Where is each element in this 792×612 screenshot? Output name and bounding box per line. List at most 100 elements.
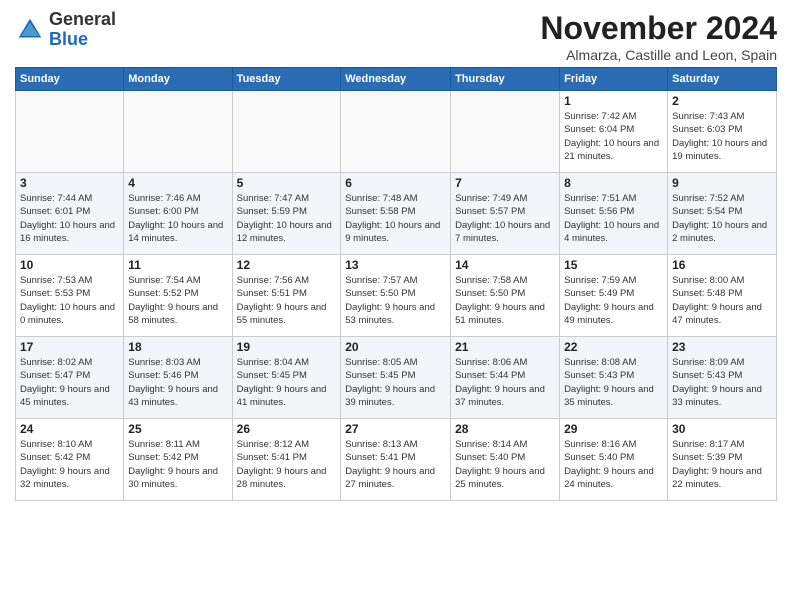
day-number: 21 — [455, 340, 555, 354]
day-info: Sunrise: 8:11 AM Sunset: 5:42 PM Dayligh… — [128, 438, 227, 491]
calendar-cell: 14 Sunrise: 7:58 AM Sunset: 5:50 PM Dayli… — [451, 255, 560, 337]
calendar-cell: 29 Sunrise: 8:16 AM Sunset: 5:40 PM Dayli… — [560, 419, 668, 501]
day-number: 13 — [345, 258, 446, 272]
header-saturday: Saturday — [668, 68, 777, 91]
day-info: Sunrise: 8:08 AM Sunset: 5:43 PM Dayligh… — [564, 356, 663, 409]
day-info: Sunrise: 8:04 AM Sunset: 5:45 PM Dayligh… — [237, 356, 337, 409]
logo-blue: Blue — [49, 29, 88, 49]
day-info: Sunrise: 8:14 AM Sunset: 5:40 PM Dayligh… — [455, 438, 555, 491]
header-tuesday: Tuesday — [232, 68, 341, 91]
calendar-week-3: 10Sunrise: 7:53 AM Sunset: 5:53 PM Dayli… — [16, 255, 777, 337]
day-info: Sunrise: 7:59 AM Sunset: 5:49 PM Dayligh… — [564, 274, 663, 327]
day-number: 19 — [237, 340, 337, 354]
calendar-cell: 17Sunrise: 8:02 AM Sunset: 5:47 PM Dayli… — [16, 337, 124, 419]
calendar-cell: 20Sunrise: 8:05 AM Sunset: 5:45 PM Dayli… — [341, 337, 451, 419]
day-number: 8 — [564, 176, 663, 190]
day-number: 9 — [672, 176, 772, 190]
day-number: 2 — [672, 94, 772, 108]
day-number: 18 — [128, 340, 227, 354]
header-friday: Friday — [560, 68, 668, 91]
logo-text: General Blue — [49, 10, 116, 50]
logo: General Blue — [15, 10, 116, 50]
day-info: Sunrise: 7:51 AM Sunset: 5:56 PM Dayligh… — [564, 192, 663, 245]
calendar-cell — [16, 91, 124, 173]
day-number: 10 — [20, 258, 119, 272]
day-info: Sunrise: 7:57 AM Sunset: 5:50 PM Dayligh… — [345, 274, 446, 327]
header-sunday: Sunday — [16, 68, 124, 91]
day-info: Sunrise: 8:10 AM Sunset: 5:42 PM Dayligh… — [20, 438, 119, 491]
calendar-week-4: 17Sunrise: 8:02 AM Sunset: 5:47 PM Dayli… — [16, 337, 777, 419]
day-number: 17 — [20, 340, 119, 354]
calendar-cell: 28 Sunrise: 8:14 AM Sunset: 5:40 PM Dayli… — [451, 419, 560, 501]
day-info: Sunrise: 7:43 AM Sunset: 6:03 PM Dayligh… — [672, 110, 772, 163]
day-info: Sunrise: 7:49 AM Sunset: 5:57 PM Dayligh… — [455, 192, 555, 245]
calendar-cell: 30 Sunrise: 8:17 AM Sunset: 5:39 PM Dayli… — [668, 419, 777, 501]
day-info: Sunrise: 8:06 AM Sunset: 5:44 PM Dayligh… — [455, 356, 555, 409]
location-subtitle: Almarza, Castille and Leon, Spain — [540, 47, 777, 63]
calendar-cell: 15 Sunrise: 7:59 AM Sunset: 5:49 PM Dayli… — [560, 255, 668, 337]
calendar-cell: 12 Sunrise: 7:56 AM Sunset: 5:51 PM Dayli… — [232, 255, 341, 337]
calendar-cell: 27 Sunrise: 8:13 AM Sunset: 5:41 PM Dayli… — [341, 419, 451, 501]
calendar-table: Sunday Monday Tuesday Wednesday Thursday… — [15, 67, 777, 501]
calendar-cell: 26 Sunrise: 8:12 AM Sunset: 5:41 PM Dayli… — [232, 419, 341, 501]
day-number: 12 — [237, 258, 337, 272]
calendar-cell: 24Sunrise: 8:10 AM Sunset: 5:42 PM Dayli… — [16, 419, 124, 501]
day-number: 7 — [455, 176, 555, 190]
day-info: Sunrise: 7:58 AM Sunset: 5:50 PM Dayligh… — [455, 274, 555, 327]
calendar-cell: 19 Sunrise: 8:04 AM Sunset: 5:45 PM Dayli… — [232, 337, 341, 419]
day-number: 15 — [564, 258, 663, 272]
calendar-cell: 25 Sunrise: 8:11 AM Sunset: 5:42 PM Dayli… — [124, 419, 232, 501]
calendar-cell: 7 Sunrise: 7:49 AM Sunset: 5:57 PM Daylig… — [451, 173, 560, 255]
day-number: 5 — [237, 176, 337, 190]
day-number: 27 — [345, 422, 446, 436]
calendar-cell: 13 Sunrise: 7:57 AM Sunset: 5:50 PM Dayli… — [341, 255, 451, 337]
day-number: 25 — [128, 422, 227, 436]
day-info: Sunrise: 8:13 AM Sunset: 5:41 PM Dayligh… — [345, 438, 446, 491]
calendar-cell — [232, 91, 341, 173]
calendar-week-2: 3Sunrise: 7:44 AM Sunset: 6:01 PM Daylig… — [16, 173, 777, 255]
calendar-cell: 1Sunrise: 7:42 AM Sunset: 6:04 PM Daylig… — [560, 91, 668, 173]
calendar-cell: 11Sunrise: 7:54 AM Sunset: 5:52 PM Dayli… — [124, 255, 232, 337]
header-wednesday: Wednesday — [341, 68, 451, 91]
day-info: Sunrise: 7:47 AM Sunset: 5:59 PM Dayligh… — [237, 192, 337, 245]
day-number: 22 — [564, 340, 663, 354]
day-info: Sunrise: 7:52 AM Sunset: 5:54 PM Dayligh… — [672, 192, 772, 245]
day-info: Sunrise: 8:17 AM Sunset: 5:39 PM Dayligh… — [672, 438, 772, 491]
calendar-cell — [124, 91, 232, 173]
calendar-cell: 4 Sunrise: 7:46 AM Sunset: 6:00 PM Daylig… — [124, 173, 232, 255]
day-info: Sunrise: 8:12 AM Sunset: 5:41 PM Dayligh… — [237, 438, 337, 491]
day-number: 3 — [20, 176, 119, 190]
day-number: 30 — [672, 422, 772, 436]
calendar-cell: 6 Sunrise: 7:48 AM Sunset: 5:58 PM Daylig… — [341, 173, 451, 255]
day-number: 1 — [564, 94, 663, 108]
day-number: 6 — [345, 176, 446, 190]
day-number: 4 — [128, 176, 227, 190]
day-number: 16 — [672, 258, 772, 272]
day-number: 14 — [455, 258, 555, 272]
page-header: General Blue November 2024 Almarza, Cast… — [15, 10, 777, 63]
day-number: 28 — [455, 422, 555, 436]
day-info: Sunrise: 7:46 AM Sunset: 6:00 PM Dayligh… — [128, 192, 227, 245]
day-number: 29 — [564, 422, 663, 436]
calendar-header-row: Sunday Monday Tuesday Wednesday Thursday… — [16, 68, 777, 91]
calendar-cell: 8 Sunrise: 7:51 AM Sunset: 5:56 PM Daylig… — [560, 173, 668, 255]
day-info: Sunrise: 8:00 AM Sunset: 5:48 PM Dayligh… — [672, 274, 772, 327]
calendar-cell: 5 Sunrise: 7:47 AM Sunset: 5:59 PM Daylig… — [232, 173, 341, 255]
day-info: Sunrise: 8:16 AM Sunset: 5:40 PM Dayligh… — [564, 438, 663, 491]
calendar-cell: 18 Sunrise: 8:03 AM Sunset: 5:46 PM Dayli… — [124, 337, 232, 419]
calendar-cell: 23Sunrise: 8:09 AM Sunset: 5:43 PM Dayli… — [668, 337, 777, 419]
logo-icon — [15, 15, 45, 45]
day-info: Sunrise: 8:03 AM Sunset: 5:46 PM Dayligh… — [128, 356, 227, 409]
month-title: November 2024 — [540, 10, 777, 47]
calendar-week-1: 1Sunrise: 7:42 AM Sunset: 6:04 PM Daylig… — [16, 91, 777, 173]
calendar-cell: 22 Sunrise: 8:08 AM Sunset: 5:43 PM Dayli… — [560, 337, 668, 419]
calendar-cell: 10Sunrise: 7:53 AM Sunset: 5:53 PM Dayli… — [16, 255, 124, 337]
calendar-cell — [451, 91, 560, 173]
page-container: General Blue November 2024 Almarza, Cast… — [0, 0, 792, 506]
day-number: 26 — [237, 422, 337, 436]
day-info: Sunrise: 7:56 AM Sunset: 5:51 PM Dayligh… — [237, 274, 337, 327]
day-number: 20 — [345, 340, 446, 354]
day-info: Sunrise: 7:48 AM Sunset: 5:58 PM Dayligh… — [345, 192, 446, 245]
calendar-cell: 16 Sunrise: 8:00 AM Sunset: 5:48 PM Dayli… — [668, 255, 777, 337]
header-thursday: Thursday — [451, 68, 560, 91]
